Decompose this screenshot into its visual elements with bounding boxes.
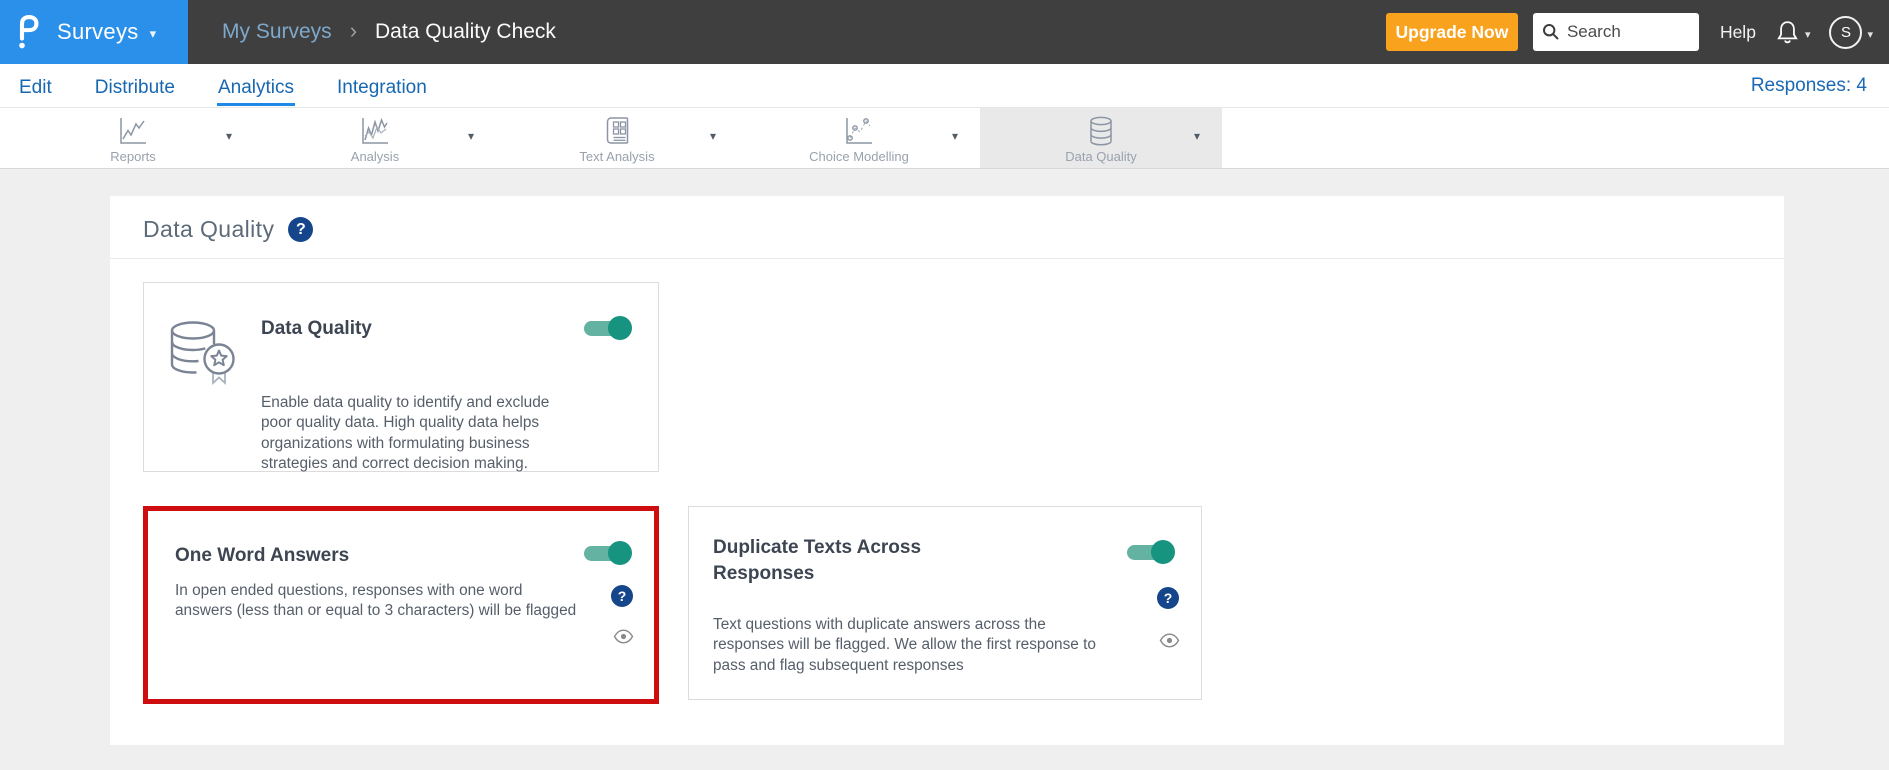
bell-icon xyxy=(1777,20,1798,43)
eye-icon[interactable] xyxy=(1159,633,1180,653)
card-title: Duplicate Texts Across Responses xyxy=(713,537,922,584)
product-name: Surveys xyxy=(57,19,139,44)
account-menu[interactable]: S ▾ xyxy=(1829,15,1873,49)
main-content: Data Quality ? Data Quality Enable data … xyxy=(0,169,1889,770)
help-link[interactable]: Help xyxy=(1720,22,1756,43)
toggle-knob xyxy=(1151,540,1175,564)
toolbar-item-reports[interactable]: Reports ▾ xyxy=(12,108,254,168)
chevron-down-icon: ▾ xyxy=(1867,28,1873,41)
top-header: Surveys ▾ My Surveys › Data Quality Chec… xyxy=(0,0,1889,64)
breadcrumb-parent[interactable]: My Surveys xyxy=(222,20,332,44)
divider xyxy=(110,258,1784,259)
multi-line-chart-icon xyxy=(357,114,393,148)
chevron-down-icon[interactable]: ▾ xyxy=(952,129,958,143)
card-description: Text questions with duplicate answers ac… xyxy=(713,616,1096,674)
toolbar-item-label: Choice Modelling xyxy=(809,149,909,164)
chevron-down-icon[interactable]: ▾ xyxy=(468,129,474,143)
panel-header: Data Quality ? xyxy=(143,216,314,243)
help-icon[interactable]: ? xyxy=(611,585,633,607)
analytics-toolbar: Reports ▾ Analysis ▾ Text Analysis ▾ Cho… xyxy=(0,108,1889,169)
toolbar-item-label: Text Analysis xyxy=(579,149,655,164)
toolbar-item-label: Analysis xyxy=(350,149,400,164)
breadcrumb: My Surveys › Data Quality Check xyxy=(222,18,556,46)
help-icon[interactable]: ? xyxy=(1157,587,1179,609)
database-icon xyxy=(1083,114,1119,148)
tab-analytics[interactable]: Analytics xyxy=(217,66,296,106)
questionpro-logo-icon xyxy=(15,13,43,51)
toolbar-item-data-quality[interactable]: Data Quality ▾ xyxy=(980,108,1222,168)
search-icon xyxy=(1542,24,1559,40)
survey-nav: Edit Distribute Analytics Integration Re… xyxy=(0,64,1889,108)
header-actions: Upgrade Now Help ▾ S ▾ xyxy=(1385,13,1889,51)
toggle-knob xyxy=(608,316,632,340)
breadcrumb-current: Data Quality Check xyxy=(375,20,556,43)
avatar: S xyxy=(1829,15,1863,49)
tab-integration[interactable]: Integration xyxy=(336,66,428,106)
notifications-button[interactable]: ▾ xyxy=(1775,19,1811,46)
card-one-word-answers: One Word Answers In open ended questions… xyxy=(143,506,659,704)
card-description: Enable data quality to identify and excl… xyxy=(261,394,550,473)
line-chart-icon xyxy=(115,114,151,148)
data-quality-panel: Data Quality ? Data Quality Enable data … xyxy=(110,196,1784,745)
toolbar-item-text-analysis[interactable]: Text Analysis ▾ xyxy=(496,108,738,168)
toolbar-item-label: Data Quality xyxy=(1065,149,1137,164)
card-description: In open ended questions, responses with … xyxy=(175,582,577,620)
card-duplicate-texts: Duplicate Texts Across Responses Text qu… xyxy=(688,506,1202,700)
product-switcher[interactable]: Surveys ▾ xyxy=(0,0,188,64)
database-star-icon xyxy=(166,317,246,394)
chevron-down-icon: ▾ xyxy=(149,25,157,41)
search-box[interactable] xyxy=(1532,13,1699,51)
search-input[interactable] xyxy=(1566,22,1687,42)
chevron-down-icon: ▾ xyxy=(1804,28,1811,41)
card-data-quality: Data Quality Enable data quality to iden… xyxy=(143,282,659,472)
chevron-down-icon[interactable]: ▾ xyxy=(226,129,232,143)
toggle-knob xyxy=(608,541,632,565)
chevron-down-icon[interactable]: ▾ xyxy=(710,129,716,143)
toolbar-item-label: Reports xyxy=(110,149,156,164)
responses-count[interactable]: Responses: 4 xyxy=(1751,64,1867,108)
breadcrumb-separator-icon: › xyxy=(349,18,358,43)
one-word-answers-toggle[interactable] xyxy=(584,541,632,565)
page-title: Data Quality xyxy=(143,216,275,242)
eye-icon[interactable] xyxy=(613,629,634,649)
scatter-chart-icon xyxy=(841,114,877,148)
upgrade-now-button[interactable]: Upgrade Now xyxy=(1385,13,1518,51)
card-title: Data Quality xyxy=(261,318,372,339)
duplicate-texts-toggle[interactable] xyxy=(1127,540,1175,564)
card-title: One Word Answers xyxy=(175,545,350,566)
toolbar-item-analysis[interactable]: Analysis ▾ xyxy=(254,108,496,168)
tab-edit[interactable]: Edit xyxy=(18,66,53,106)
toolbar-item-choice-modelling[interactable]: Choice Modelling ▾ xyxy=(738,108,980,168)
help-icon[interactable]: ? xyxy=(288,217,314,242)
chevron-down-icon[interactable]: ▾ xyxy=(1194,129,1200,143)
tab-distribute[interactable]: Distribute xyxy=(94,66,176,106)
data-quality-toggle[interactable] xyxy=(584,316,632,340)
magazine-icon xyxy=(599,114,635,148)
